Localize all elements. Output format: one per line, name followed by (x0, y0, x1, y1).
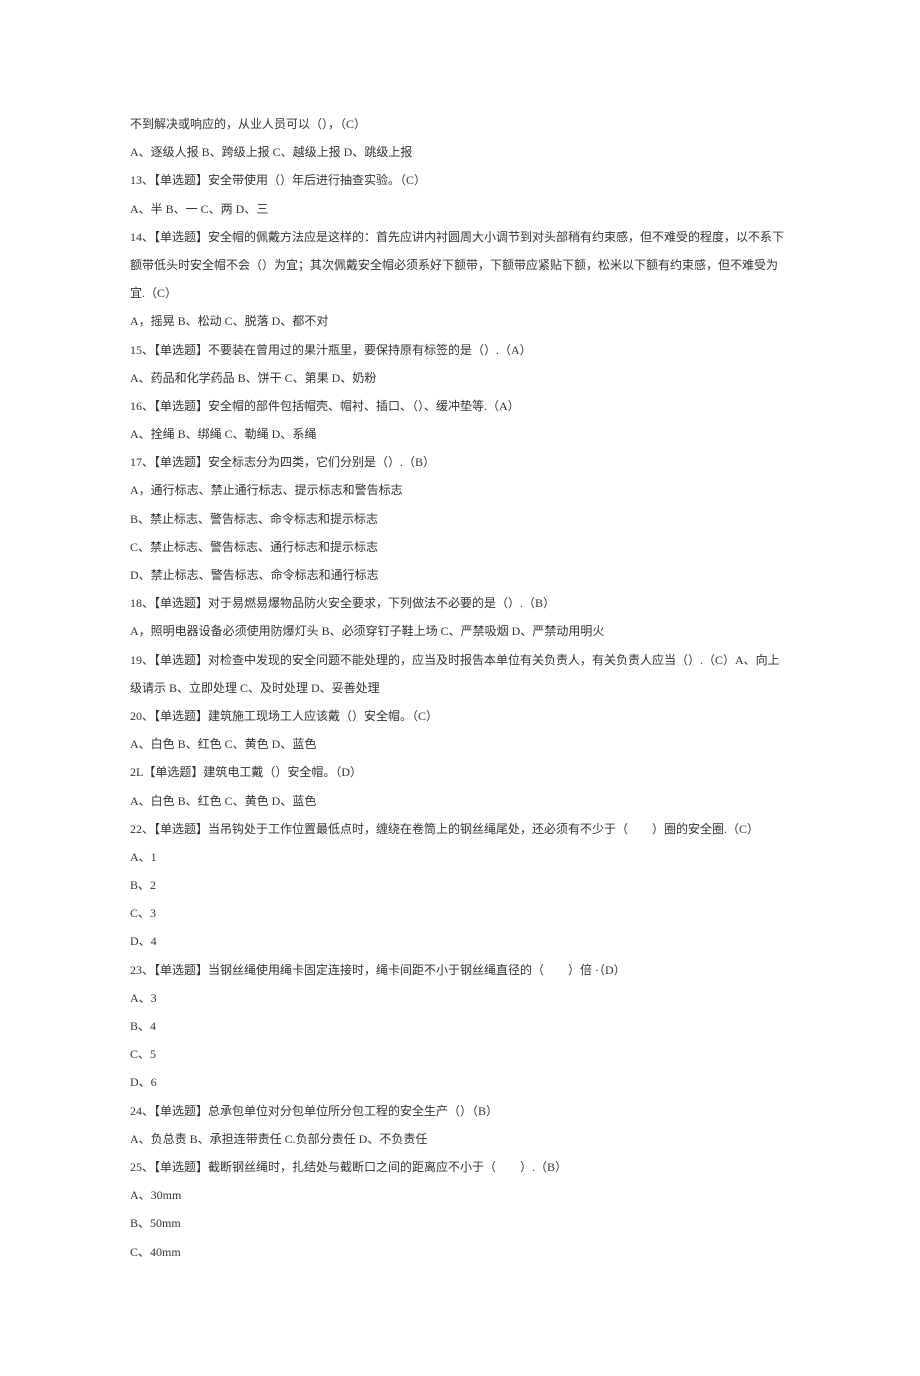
text-line: 18、【单选题】对于易燃易爆物品防火安全要求，下列做法不必要的是（）.（B） (130, 589, 790, 617)
text-line: 14、【单选题】安全帽的佩戴方法应是这样的：首先应讲内衬圆周大小调节到对头部稍有… (130, 223, 790, 308)
text-line: B、2 (130, 871, 790, 899)
text-line: C、3 (130, 899, 790, 927)
text-line: A、白色 B、红色 C、黄色 D、蓝色 (130, 787, 790, 815)
text-line: C、禁止标志、警告标志、通行标志和提示标志 (130, 533, 790, 561)
document-body: 不到解决或响应的，从业人员可以（），（C）A、逐级人报 B、跨级上报 C、越级上… (130, 110, 790, 1266)
text-line: A、药品和化学药品 B、饼干 C、第果 D、奶粉 (130, 364, 790, 392)
text-line: B、50mm (130, 1209, 790, 1237)
text-line: A、负总责 B、承担连带责任 C.负部分责任 D、不负责任 (130, 1125, 790, 1153)
text-line: A，摇晃 B、松动 C、脱落 D、都不对 (130, 307, 790, 335)
text-line: A、半 B、一 C、两 D、三 (130, 195, 790, 223)
text-line: A、30mm (130, 1181, 790, 1209)
text-line: D、4 (130, 927, 790, 955)
text-line: 24、【单选题】总承包单位对分包单位所分包工程的安全生产（）（B） (130, 1097, 790, 1125)
text-line: A、3 (130, 984, 790, 1012)
text-line: A、白色 B、红色 C、黄色 D、蓝色 (130, 730, 790, 758)
text-line: 2L【单选题】建筑电工戴（）安全帽。（D） (130, 758, 790, 786)
text-line: 16、【单选题】安全帽的部件包括帽壳、帽衬、插口、（）、缓冲垫等.（A） (130, 392, 790, 420)
text-line: C、40mm (130, 1238, 790, 1266)
text-line: D、禁止标志、警告标志、命令标志和通行标志 (130, 561, 790, 589)
text-line: 22、【单选题】当吊钩处于工作位置最低点时，缠绕在卷筒上的钢丝绳尾处，还必须有不… (130, 815, 790, 843)
text-line: 不到解决或响应的，从业人员可以（），（C） (130, 110, 790, 138)
text-line: A，通行标志、禁止通行标志、提示标志和警告标志 (130, 476, 790, 504)
text-line: 25、【单选题】截断钢丝绳时，扎结处与截断口之间的距离应不小于（ ）.（B） (130, 1153, 790, 1181)
text-line: A，照明电器设备必须使用防爆灯头 B、必须穿钉子鞋上场 C、严禁吸烟 D、严禁动… (130, 617, 790, 645)
text-line: 20、【单选题】建筑施工现场工人应该戴（）安全帽。（C） (130, 702, 790, 730)
text-line: B、4 (130, 1012, 790, 1040)
text-line: A、逐级人报 B、跨级上报 C、越级上报 D、跳级上报 (130, 138, 790, 166)
text-line: C、5 (130, 1040, 790, 1068)
text-line: A、1 (130, 843, 790, 871)
text-line: A、拴绳 B、绑绳 C、勒绳 D、系绳 (130, 420, 790, 448)
text-line: 23、【单选题】当钢丝绳使用绳卡固定连接时，绳卡间距不小于钢丝绳直径的（ ）倍 … (130, 956, 790, 984)
text-line: 13、【单选题】安全带使用（）年后进行抽查实验。（C） (130, 166, 790, 194)
text-line: 15、【单选题】不要装在曾用过的果汁瓶里，要保持原有标签的是（）.（A） (130, 336, 790, 364)
text-line: 17、【单选题】安全标志分为四类，它们分别是（）.（B） (130, 448, 790, 476)
text-line: D、6 (130, 1068, 790, 1096)
text-line: B、禁止标志、警告标志、命令标志和提示标志 (130, 505, 790, 533)
text-line: 19、【单选题】对检查中发现的安全问题不能处理的，应当及时报告本单位有关负责人，… (130, 646, 790, 702)
